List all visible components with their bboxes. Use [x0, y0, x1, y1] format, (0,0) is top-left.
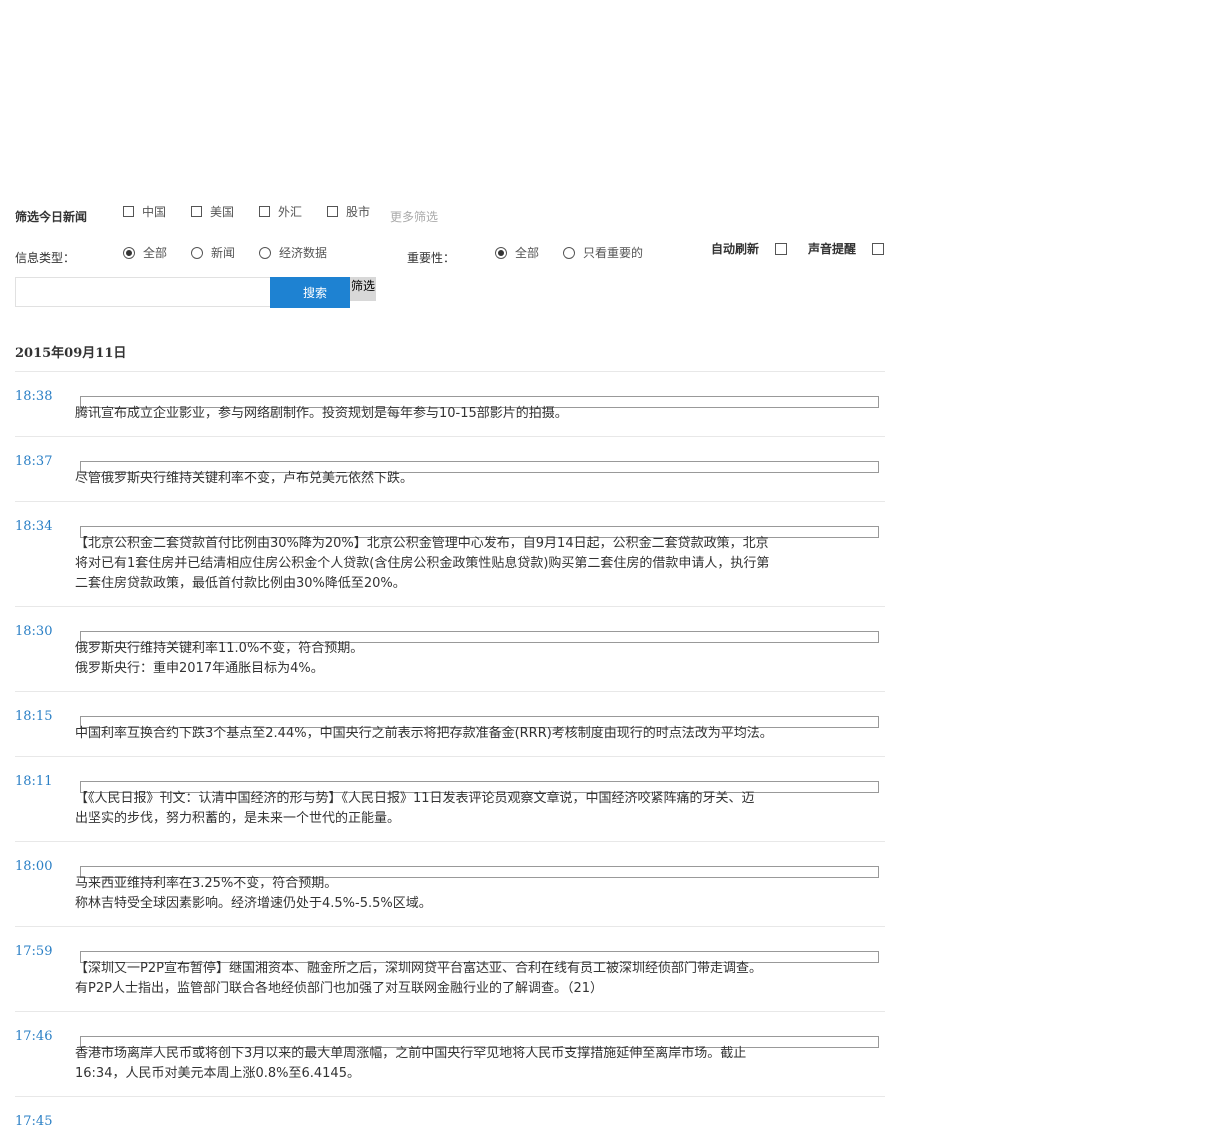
- news-item: 17:59 【深圳又一P2P宣布暂停】继国湘资本、融金所之后，深圳网贷平台富达亚…: [15, 927, 885, 1012]
- region-label: 中国: [142, 205, 167, 219]
- importance-option-label: 全部: [515, 246, 540, 260]
- news-text: 【北京公积金二套贷款首付比例由30%降为20%】北京公积金管理中心发布，自9月1…: [75, 536, 770, 591]
- news-time: 18:38: [15, 389, 53, 404]
- news-list: 18:38 腾讯宣布成立企业影业，参与网络剧制作。投资规划是每年参与10-15部…: [15, 372, 885, 1129]
- news-text: 尽管俄罗斯央行维持关键利率不变，卢布兑美元依然下跌。: [75, 471, 414, 486]
- news-text: 【《人民日报》刊文：认清中国经济的形与势】《人民日报》11日发表评论员观察文章说…: [75, 791, 755, 826]
- type-radio-all[interactable]: 全部: [123, 244, 167, 261]
- checkbox-icon[interactable]: [327, 206, 338, 217]
- region-checkbox-china[interactable]: 中国: [123, 203, 166, 220]
- importance-radio-important-only[interactable]: 只看重要的: [563, 244, 643, 261]
- news-time: 18:00: [15, 859, 53, 874]
- radio-selected-icon[interactable]: [123, 246, 135, 259]
- news-time: 18:15: [15, 709, 53, 724]
- region-checkbox-forex[interactable]: 外汇: [259, 203, 302, 220]
- checkbox-icon[interactable]: [123, 206, 134, 217]
- news-time: 18:30: [15, 624, 53, 639]
- type-option-label: 全部: [143, 246, 168, 260]
- radio-selected-icon[interactable]: [495, 246, 507, 259]
- more-filters-link[interactable]: 更多筛选: [390, 208, 438, 225]
- search-input[interactable]: [15, 277, 278, 307]
- importance-label: 重要性：: [407, 251, 456, 265]
- news-time: 18:37: [15, 454, 53, 469]
- news-text: 【深圳又一P2P宣布暂停】继国湘资本、融金所之后，深圳网贷平台富达亚、合利在线有…: [75, 961, 762, 996]
- auto-refresh-toggle[interactable]: 自动刷新: [711, 240, 788, 257]
- importance-radio-all[interactable]: 全部: [495, 244, 539, 261]
- news-text: 香港市场离岸人民币或将创下3月以来的最大单周涨幅，之前中国央行罕见地将人民币支撑…: [75, 1046, 747, 1081]
- region-label: 美国: [210, 205, 235, 219]
- search-button[interactable]: 搜索: [270, 277, 350, 308]
- sound-alert-toggle[interactable]: 声音提醒: [808, 240, 885, 257]
- importance-option-label: 只看重要的: [583, 246, 644, 260]
- news-item: 18:37 尽管俄罗斯央行维持关键利率不变，卢布兑美元依然下跌。: [15, 437, 885, 502]
- news-item: 18:11 【《人民日报》刊文：认清中国经济的形与势】《人民日报》11日发表评论…: [15, 757, 885, 842]
- news-item: 17:45: [15, 1097, 885, 1129]
- news-time: 17:59: [15, 944, 53, 959]
- radio-icon[interactable]: [191, 246, 203, 259]
- region-checkbox-us[interactable]: 美国: [191, 203, 234, 220]
- auto-refresh-checkbox[interactable]: [775, 242, 788, 255]
- news-text: 中国利率互换合约下跌3个基点至2.44%，中国央行之前表示将把存款准备金(RRR…: [75, 726, 773, 741]
- news-text: 俄罗斯央行维持关键利率11.0%不变，符合预期。 俄罗斯央行：重申2017年通胀…: [75, 641, 364, 676]
- filter-today-label: 筛选今日新闻: [15, 210, 88, 224]
- info-type-label: 信息类型：: [15, 251, 76, 265]
- news-item: 18:38 腾讯宣布成立企业影业，参与网络剧制作。投资规划是每年参与10-15部…: [15, 372, 885, 437]
- radio-icon[interactable]: [563, 246, 575, 259]
- type-option-label: 经济数据: [279, 246, 328, 260]
- news-item: 17:46 香港市场离岸人民币或将创下3月以来的最大单周涨幅，之前中国央行罕见地…: [15, 1012, 885, 1097]
- checkbox-icon[interactable]: [259, 206, 270, 217]
- type-radio-economic-data[interactable]: 经济数据: [259, 244, 327, 261]
- sound-alert-checkbox[interactable]: [872, 242, 885, 255]
- news-time: 17:46: [15, 1029, 53, 1044]
- news-item: 18:34 【北京公积金二套贷款首付比例由30%降为20%】北京公积金管理中心发…: [15, 502, 885, 607]
- news-text: 马来西亚维持利率在3.25%不变，符合预期。 称林吉特受全球因素影响。经济增速仍…: [75, 876, 432, 911]
- news-text: 腾讯宣布成立企业影业，参与网络剧制作。投资规划是每年参与10-15部影片的拍摄。: [75, 406, 568, 421]
- news-time: 18:34: [15, 519, 53, 534]
- search-button-label: 搜索: [302, 286, 327, 300]
- region-label: 股市: [346, 205, 371, 219]
- news-item: 18:00 马来西亚维持利率在3.25%不变，符合预期。 称林吉特受全球因素影响…: [15, 842, 885, 927]
- date-heading: 2015年09月11日: [15, 346, 127, 361]
- search-button-edge: [270, 277, 272, 308]
- checkbox-icon[interactable]: [191, 206, 202, 217]
- filter-button-label: 筛选: [350, 279, 375, 293]
- region-label: 外汇: [278, 205, 303, 219]
- news-time: 18:11: [15, 774, 53, 789]
- radio-icon[interactable]: [259, 246, 271, 259]
- filter-button[interactable]: 筛选: [350, 277, 376, 301]
- type-radio-news[interactable]: 新闻: [191, 244, 235, 261]
- region-checkbox-stocks[interactable]: 股市: [327, 203, 370, 220]
- filter-panel: 筛选今日新闻 中国 美国 外汇 股市 更多筛选 信息类型： 全部 新闻 经济数据…: [15, 198, 895, 318]
- news-time: 17:45: [15, 1114, 53, 1129]
- type-option-label: 新闻: [211, 246, 236, 260]
- news-item: 18:30 俄罗斯央行维持关键利率11.0%不变，符合预期。 俄罗斯央行：重申2…: [15, 607, 885, 692]
- sound-alert-label: 声音提醒: [808, 242, 857, 256]
- news-item: 18:15 中国利率互换合约下跌3个基点至2.44%，中国央行之前表示将把存款准…: [15, 692, 885, 757]
- auto-refresh-label: 自动刷新: [711, 242, 760, 256]
